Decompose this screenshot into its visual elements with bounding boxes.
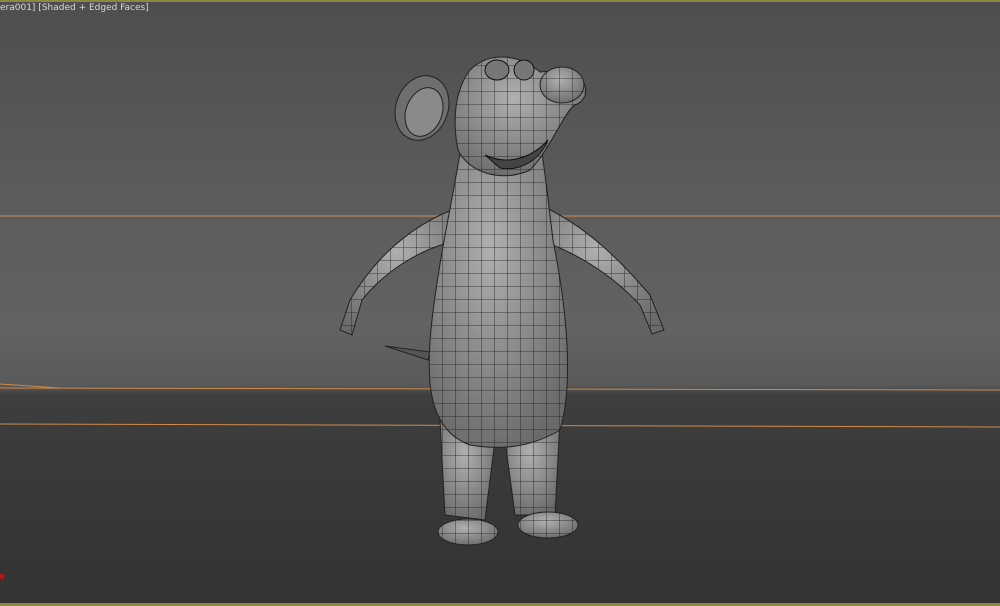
axis-gizmo-icon [0, 574, 4, 579]
scene-3d [0, 56, 1000, 546]
eye-right [513, 59, 535, 81]
camera-viewport[interactable]: era001] [Shaded + Edged Faces] [0, 0, 1000, 606]
mouse-model[interactable] [339, 56, 665, 546]
eye-left [484, 59, 510, 81]
tail [384, 345, 431, 361]
